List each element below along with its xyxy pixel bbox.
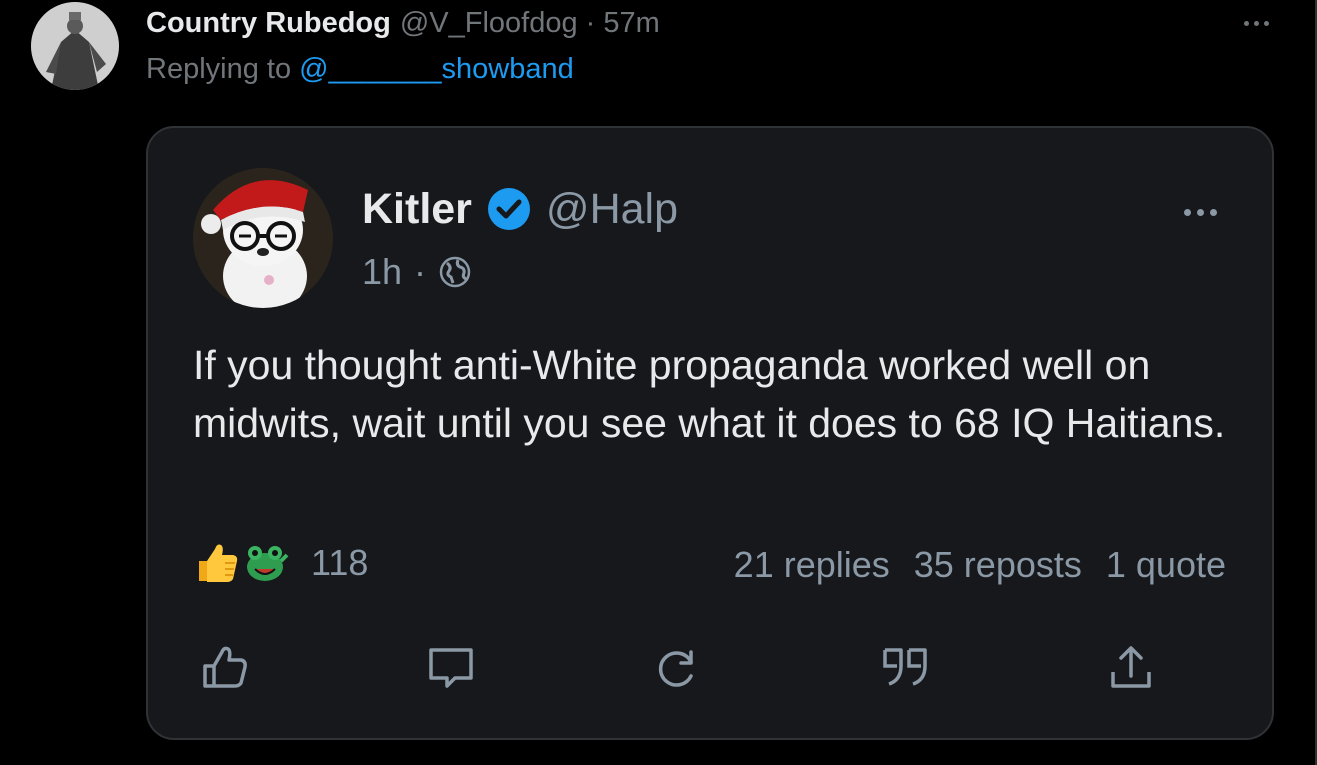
quoted-display-name[interactable]: Kitler xyxy=(362,185,472,234)
quoted-handle[interactable]: @Halp xyxy=(546,185,678,234)
replying-to: Replying to @_______showband xyxy=(146,53,574,86)
reply-target-link[interactable]: @_______showband xyxy=(299,53,574,85)
reposts-count[interactable]: 35 reposts xyxy=(914,544,1082,586)
globe-icon xyxy=(439,256,471,288)
like-button[interactable] xyxy=(193,636,257,700)
quoted-header: Kitler @Halp xyxy=(362,184,678,234)
quote-icon xyxy=(883,648,927,686)
share-icon xyxy=(1111,646,1151,688)
action-bar xyxy=(193,636,1233,700)
share-button[interactable] xyxy=(1099,636,1163,700)
quoted-avatar[interactable] xyxy=(193,168,333,308)
quotes-count[interactable]: 1 quote xyxy=(1106,544,1226,586)
comment-icon xyxy=(429,648,473,688)
thumbs-up-emoji-icon xyxy=(199,544,238,582)
tweet-header: Country Rubedog @V_Floofdog · 57m xyxy=(146,3,660,43)
quoted-more-icon[interactable] xyxy=(1174,201,1226,223)
quote-button[interactable] xyxy=(873,636,937,700)
display-name[interactable]: Country Rubedog xyxy=(146,7,391,40)
reply-button[interactable] xyxy=(419,636,483,700)
replies-count[interactable]: 21 replies xyxy=(734,544,890,586)
quoted-meta: 1h · xyxy=(362,251,472,293)
repost-button[interactable] xyxy=(645,636,709,700)
separator: · xyxy=(414,251,427,292)
more-horizontal-icon[interactable] xyxy=(1236,12,1276,34)
handle-and-time[interactable]: @V_Floofdog · 57m xyxy=(400,7,660,40)
refresh-icon xyxy=(658,650,693,687)
frog-emoji-icon xyxy=(247,546,289,581)
engagement-stats: 21 replies 35 reposts 1 quote xyxy=(734,540,1226,590)
reactions[interactable]: 118 xyxy=(193,538,368,588)
avatar[interactable] xyxy=(31,2,119,90)
quoted-time[interactable]: 1h xyxy=(362,251,402,293)
reply-prefix: Replying to xyxy=(146,53,300,85)
thumbs-up-icon xyxy=(203,646,247,688)
cat-avatar-image-icon xyxy=(193,168,333,308)
quoted-tweet-card[interactable]: Kitler @Halp 1h · If you thought anti-Wh… xyxy=(146,126,1274,740)
reaction-count: 118 xyxy=(311,542,369,583)
verified-badge-icon xyxy=(487,188,530,230)
avatar-image-icon xyxy=(31,2,119,90)
quoted-body-text: If you thought anti-White propaganda wor… xyxy=(193,342,1226,446)
